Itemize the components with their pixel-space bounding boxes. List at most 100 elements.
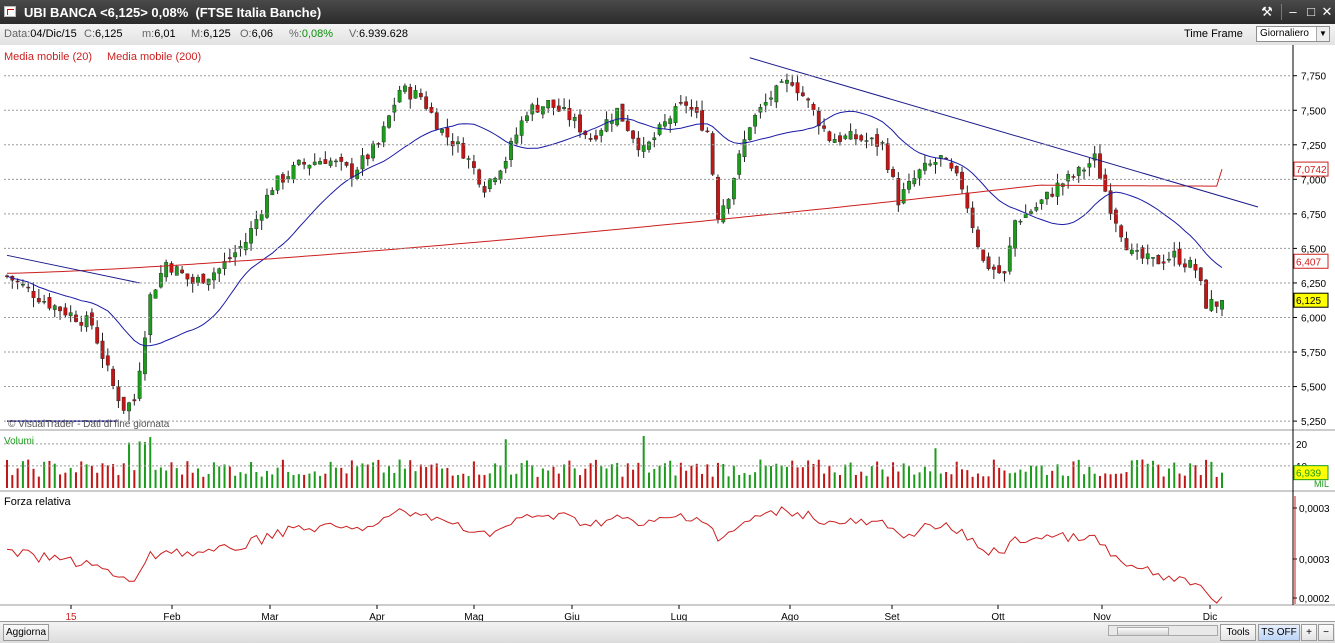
candle[interactable]	[498, 170, 503, 180]
candle[interactable]	[806, 98, 811, 101]
candle[interactable]	[381, 126, 386, 143]
candle[interactable]	[779, 81, 784, 83]
candle[interactable]	[249, 228, 253, 244]
candle[interactable]	[307, 164, 312, 169]
candle[interactable]	[365, 154, 370, 160]
candle[interactable]	[928, 163, 933, 166]
candle[interactable]	[1188, 260, 1193, 268]
candle[interactable]	[726, 198, 731, 209]
candle[interactable]	[954, 166, 959, 174]
candle[interactable]	[291, 164, 296, 180]
candle[interactable]	[546, 100, 551, 109]
candle[interactable]	[848, 131, 853, 140]
candle[interactable]	[26, 286, 31, 289]
candle[interactable]	[535, 104, 540, 113]
candle[interactable]	[1029, 211, 1033, 214]
candle[interactable]	[15, 280, 20, 283]
ts-off-button[interactable]: TS OFF	[1258, 624, 1300, 641]
candle[interactable]	[986, 256, 991, 270]
candle[interactable]	[838, 135, 842, 142]
candle[interactable]	[1098, 153, 1102, 179]
candle[interactable]	[121, 396, 126, 411]
candle[interactable]	[424, 96, 429, 109]
candle[interactable]	[907, 181, 911, 190]
candle[interactable]	[254, 219, 259, 230]
candle[interactable]	[811, 104, 816, 110]
candle[interactable]	[981, 249, 986, 261]
candle[interactable]	[1034, 207, 1039, 211]
candle[interactable]	[885, 143, 890, 170]
candle[interactable]	[1172, 250, 1177, 258]
candle[interactable]	[1220, 300, 1224, 310]
candle[interactable]	[185, 273, 190, 280]
candle[interactable]	[376, 143, 381, 145]
candle[interactable]	[657, 124, 662, 135]
candle[interactable]	[647, 141, 651, 150]
zoom-out-button[interactable]: −	[1318, 624, 1334, 641]
candle[interactable]	[1177, 248, 1182, 265]
candle[interactable]	[111, 368, 116, 387]
candle[interactable]	[1087, 163, 1092, 168]
candle[interactable]	[588, 138, 593, 140]
candle[interactable]	[641, 145, 646, 152]
candle[interactable]	[153, 289, 158, 299]
candle[interactable]	[933, 162, 938, 165]
candle[interactable]	[196, 276, 200, 283]
candle[interactable]	[684, 101, 689, 106]
candle[interactable]	[636, 137, 641, 151]
candle[interactable]	[854, 134, 858, 140]
candle[interactable]	[997, 265, 1002, 274]
candle[interactable]	[334, 160, 338, 163]
candle[interactable]	[1140, 247, 1145, 259]
candle[interactable]	[227, 257, 232, 259]
candle[interactable]	[763, 102, 768, 106]
candle[interactable]	[466, 158, 471, 160]
candle[interactable]	[774, 85, 779, 103]
candle[interactable]	[832, 139, 837, 143]
candle[interactable]	[859, 135, 864, 141]
candle[interactable]	[275, 175, 280, 191]
candle[interactable]	[822, 125, 826, 129]
candle[interactable]	[1129, 249, 1134, 254]
candle[interactable]	[1156, 255, 1161, 265]
candle[interactable]	[652, 137, 657, 141]
candle[interactable]	[408, 86, 413, 100]
candle[interactable]	[970, 207, 975, 229]
candle[interactable]	[339, 157, 344, 162]
candle[interactable]	[456, 141, 460, 145]
candle[interactable]	[68, 312, 73, 317]
candle[interactable]	[217, 268, 222, 274]
candle[interactable]	[259, 214, 264, 221]
candle[interactable]	[758, 107, 763, 113]
candle[interactable]	[864, 140, 869, 142]
candle[interactable]	[976, 229, 980, 248]
candle[interactable]	[731, 178, 736, 200]
candle[interactable]	[174, 266, 179, 276]
candle[interactable]	[89, 312, 94, 326]
minimize-icon[interactable]: –	[1284, 4, 1302, 20]
candle[interactable]	[413, 90, 418, 99]
candle[interactable]	[434, 112, 439, 130]
candle[interactable]	[206, 278, 211, 286]
scrollbar-thumb[interactable]	[1117, 627, 1169, 636]
candle[interactable]	[1214, 301, 1219, 307]
candle[interactable]	[21, 284, 25, 286]
candle[interactable]	[514, 134, 519, 144]
candle[interactable]	[663, 121, 667, 127]
candle[interactable]	[280, 174, 285, 183]
candle[interactable]	[922, 162, 927, 171]
candle[interactable]	[1007, 245, 1012, 272]
candle[interactable]	[1103, 174, 1108, 192]
candle[interactable]	[1119, 225, 1124, 238]
candle[interactable]	[323, 159, 328, 164]
candle[interactable]	[471, 161, 476, 168]
tools-icon[interactable]: ⚒	[1258, 4, 1276, 20]
candle[interactable]	[917, 169, 922, 179]
time-frame-select[interactable]: Giornaliero ▼	[1256, 26, 1330, 42]
candle[interactable]	[328, 160, 333, 166]
candle[interactable]	[158, 273, 163, 288]
candle[interactable]	[710, 133, 715, 175]
candle[interactable]	[201, 273, 206, 284]
candle[interactable]	[800, 92, 805, 97]
candle[interactable]	[949, 162, 954, 169]
